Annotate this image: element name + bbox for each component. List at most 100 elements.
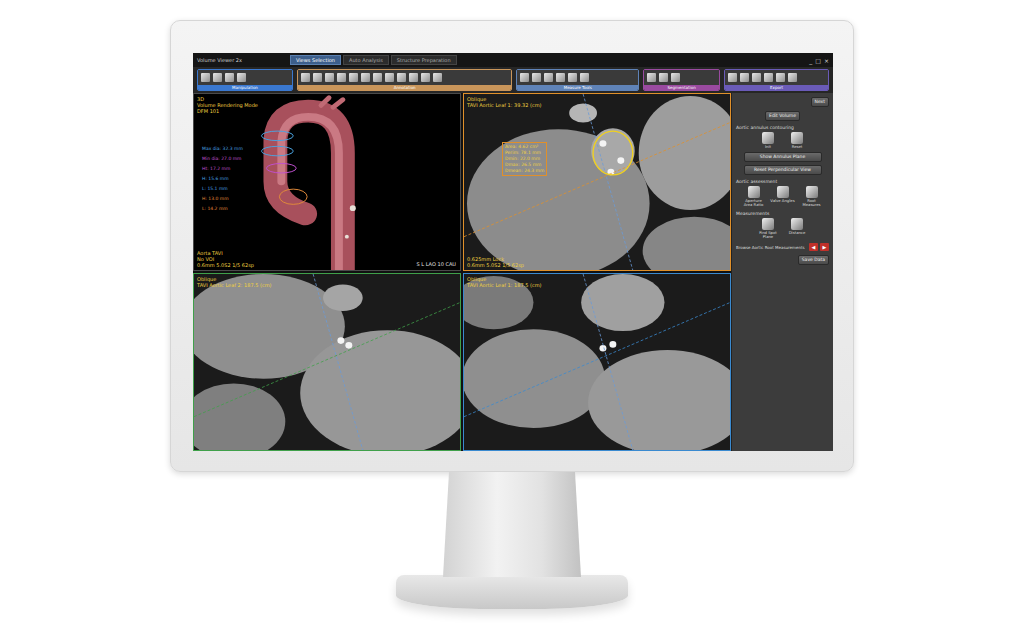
tool-icon[interactable] xyxy=(201,73,210,82)
app-title: Volume Viewer 2x xyxy=(197,57,242,63)
tool-icon xyxy=(791,132,803,144)
monitor: Volume Viewer 2x Views SelectionAuto Anal… xyxy=(170,20,854,472)
viewport-footer: Aorta TAVINo VOI0.6mm 5.0S2 1/5 62sp xyxy=(197,250,254,268)
tool-icon[interactable] xyxy=(337,73,346,82)
viewport[interactable]: ObliqueTAVI Aortic Leaf 2: 187.5 (cm) xyxy=(193,273,461,451)
save-button[interactable]: Save Data xyxy=(798,255,829,265)
tool-icon[interactable] xyxy=(788,73,797,82)
tool-icon[interactable] xyxy=(421,73,430,82)
tool-icon[interactable] xyxy=(237,73,246,82)
viewport-footer: 0.625mm Lock0.6mm 5.0S2 1/5 62sp xyxy=(467,256,524,268)
toolbar-group: Manipulation xyxy=(197,69,293,91)
tool-icon xyxy=(791,218,803,230)
viewport[interactable]: ObliqueTAVI Aortic Leaf 1: 187.5 (cm) xyxy=(463,273,731,451)
tab-bar: Views SelectionAuto AnalysisStructure Pr… xyxy=(290,55,457,65)
panel-section: Aortic assessmentAperture Area RatioValv… xyxy=(736,179,829,207)
tool-icon[interactable] xyxy=(373,73,382,82)
annotation: L: 14.2 mm xyxy=(202,206,243,211)
side-panel: NextEdit VolumeAortic annulus contouring… xyxy=(731,93,833,451)
tool-icon xyxy=(777,186,789,198)
tab[interactable]: Views Selection xyxy=(290,55,341,65)
ct-slice-icon xyxy=(464,274,730,450)
tool-icon[interactable] xyxy=(313,73,322,82)
screen: Volume Viewer 2x Views SelectionAuto Anal… xyxy=(193,53,833,451)
viewport[interactable]: 3DVolume Rendering ModeDFM 101 Max dia: 3… xyxy=(193,93,461,271)
viewport-header: ObliqueTAVI Aortic Leaf 1: 187.5 (cm) xyxy=(467,276,541,288)
tool-button[interactable]: Root Measures xyxy=(799,186,825,207)
viewport-label: Oblique xyxy=(467,96,541,102)
viewport-label: TAVI Aortic Leaf 1: 39.32 (cm) xyxy=(467,102,541,108)
tool-button[interactable]: Init xyxy=(755,132,781,149)
tool-button[interactable]: Valve Angles xyxy=(770,186,796,207)
tool-icon[interactable] xyxy=(544,73,553,82)
measurement: Perim: 78.1 mm xyxy=(505,150,544,156)
window-control[interactable]: _ xyxy=(809,57,812,64)
viewport-info: Aorta TAVI xyxy=(197,250,254,256)
tool-button[interactable]: Find Spot Plane xyxy=(755,218,781,239)
toolbar-group: Export xyxy=(724,69,829,91)
tool-icon[interactable] xyxy=(556,73,565,82)
tool-icon[interactable] xyxy=(752,73,761,82)
tool-icon[interactable] xyxy=(728,73,737,82)
monitor-base xyxy=(396,575,628,609)
tool-icon[interactable] xyxy=(213,73,222,82)
annotation-list: Max dia: 32.3 mmMin dia: 27.0 mmHt: 17.2… xyxy=(202,146,243,211)
toolbar-group-label: Annotation xyxy=(298,85,512,90)
browse-row: Browse Aortic Root Measurements◀▶ xyxy=(736,243,829,251)
window-control[interactable]: □ xyxy=(815,57,821,64)
tool-icon[interactable] xyxy=(580,73,589,82)
tool-icon[interactable] xyxy=(225,73,234,82)
ct-slice-icon xyxy=(464,94,730,270)
tool-icon[interactable] xyxy=(671,73,680,82)
viewport[interactable]: ObliqueTAVI Aortic Leaf 1: 39.32 (cm) Are… xyxy=(463,93,731,271)
tool-button[interactable]: Distance xyxy=(784,218,810,239)
toolbar: Manipulation Annotation Measure Tools Segme… xyxy=(193,67,833,93)
next-button[interactable]: Next xyxy=(811,97,829,107)
viewport-header: 3DVolume Rendering ModeDFM 101 xyxy=(197,96,258,114)
edit-volume-button[interactable]: Edit Volume xyxy=(765,111,800,121)
tool-icon[interactable] xyxy=(301,73,310,82)
tool-icon[interactable] xyxy=(764,73,773,82)
tool-icon[interactable] xyxy=(647,73,656,82)
tool-icon[interactable] xyxy=(520,73,529,82)
tool-icon[interactable] xyxy=(397,73,406,82)
window-controls: _□× xyxy=(809,57,829,64)
toolbar-group: Segmentation xyxy=(643,69,720,91)
toolbar-group: Measure Tools xyxy=(516,69,639,91)
tool-icon xyxy=(762,218,774,230)
tool-icon[interactable] xyxy=(361,73,370,82)
viewport-info: 0.6mm 5.0S2 1/5 62sp xyxy=(197,262,254,268)
toolbar-group-label: Measure Tools xyxy=(517,85,638,90)
measurement: Dmax: 26.5 mm xyxy=(505,162,544,168)
browse-arrow-button[interactable]: ▶ xyxy=(820,243,829,251)
title-bar: Volume Viewer 2x Views SelectionAuto Anal… xyxy=(193,53,833,67)
tool-button[interactable]: Reset xyxy=(784,132,810,149)
browse-arrow-button[interactable]: ◀ xyxy=(809,243,818,251)
measurement: Area: 4.62 cm² xyxy=(505,144,544,150)
tool-icon xyxy=(762,132,774,144)
viewport-label: TAVI Aortic Leaf 2: 187.5 (cm) xyxy=(197,282,271,288)
tool-icon[interactable] xyxy=(433,73,442,82)
tab[interactable]: Auto Analysis xyxy=(343,55,389,65)
tool-icon[interactable] xyxy=(349,73,358,82)
tool-icon[interactable] xyxy=(532,73,541,82)
annotation: Min dia: 27.0 mm xyxy=(202,156,243,161)
viewport-info: 0.6mm 5.0S2 1/5 62sp xyxy=(467,262,524,268)
tool-icon[interactable] xyxy=(325,73,334,82)
monitor-stand xyxy=(437,472,587,577)
tool-icon[interactable] xyxy=(385,73,394,82)
tool-icon[interactable] xyxy=(776,73,785,82)
tool-icon[interactable] xyxy=(568,73,577,82)
toolbar-group-label: Segmentation xyxy=(644,85,719,90)
tool-icon[interactable] xyxy=(409,73,418,82)
window-control[interactable]: × xyxy=(824,57,829,64)
tool-icon[interactable] xyxy=(740,73,749,82)
tool-icon[interactable] xyxy=(659,73,668,82)
tab[interactable]: Structure Preparation xyxy=(391,55,457,65)
panel-section: MeasurementsFind Spot PlaneDistance xyxy=(736,211,829,239)
annotation: Max dia: 32.3 mm xyxy=(202,146,243,151)
action-button[interactable]: Show Annulus Plane xyxy=(744,152,822,162)
tool-button[interactable]: Aperture Area Ratio xyxy=(741,186,767,207)
action-button[interactable]: Reset Perpendicular View xyxy=(744,165,822,175)
browse-label: Browse Aortic Root Measurements xyxy=(736,245,807,250)
